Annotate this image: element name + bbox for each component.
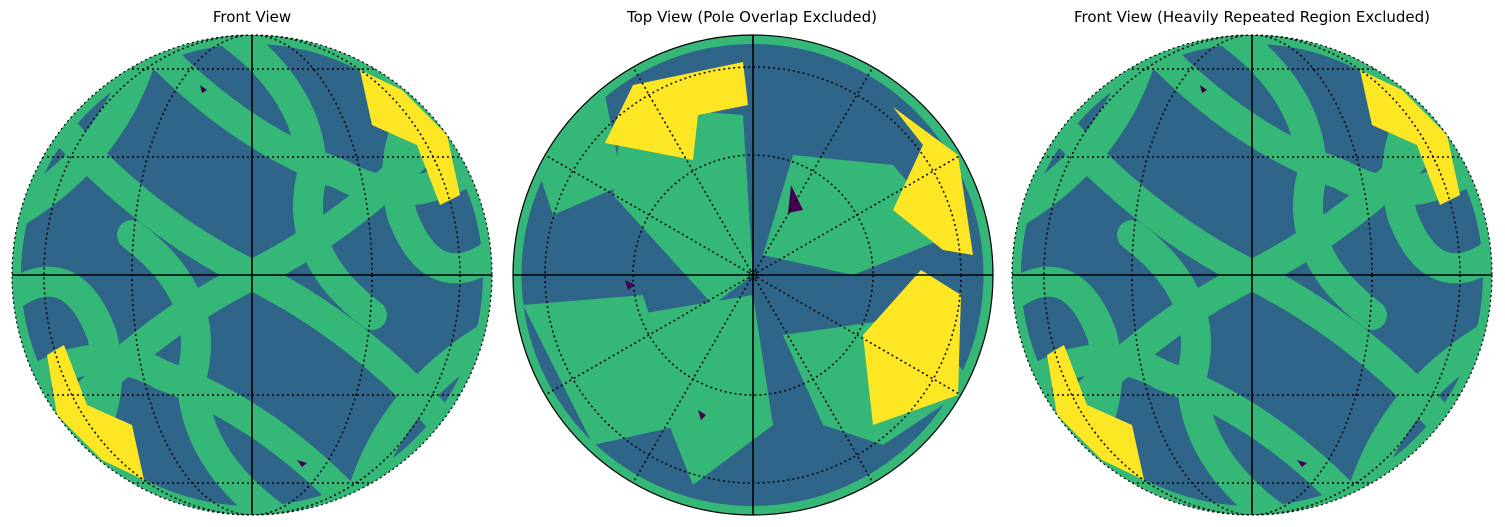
sphere-plot-top-view: [512, 34, 994, 516]
sphere-plot-front-view-excluded: [1011, 34, 1493, 516]
figure: Front View Top View (Pole Overlap Exclud…: [0, 0, 1505, 527]
sphere-plot-front-view: [11, 34, 493, 516]
panel-title-top-view: Top View (Pole Overlap Excluded): [626, 8, 878, 26]
panel-title-front-view: Front View: [212, 8, 292, 26]
panel-title-front-view-excluded: Front View (Heavily Repeated Region Excl…: [1073, 8, 1431, 26]
